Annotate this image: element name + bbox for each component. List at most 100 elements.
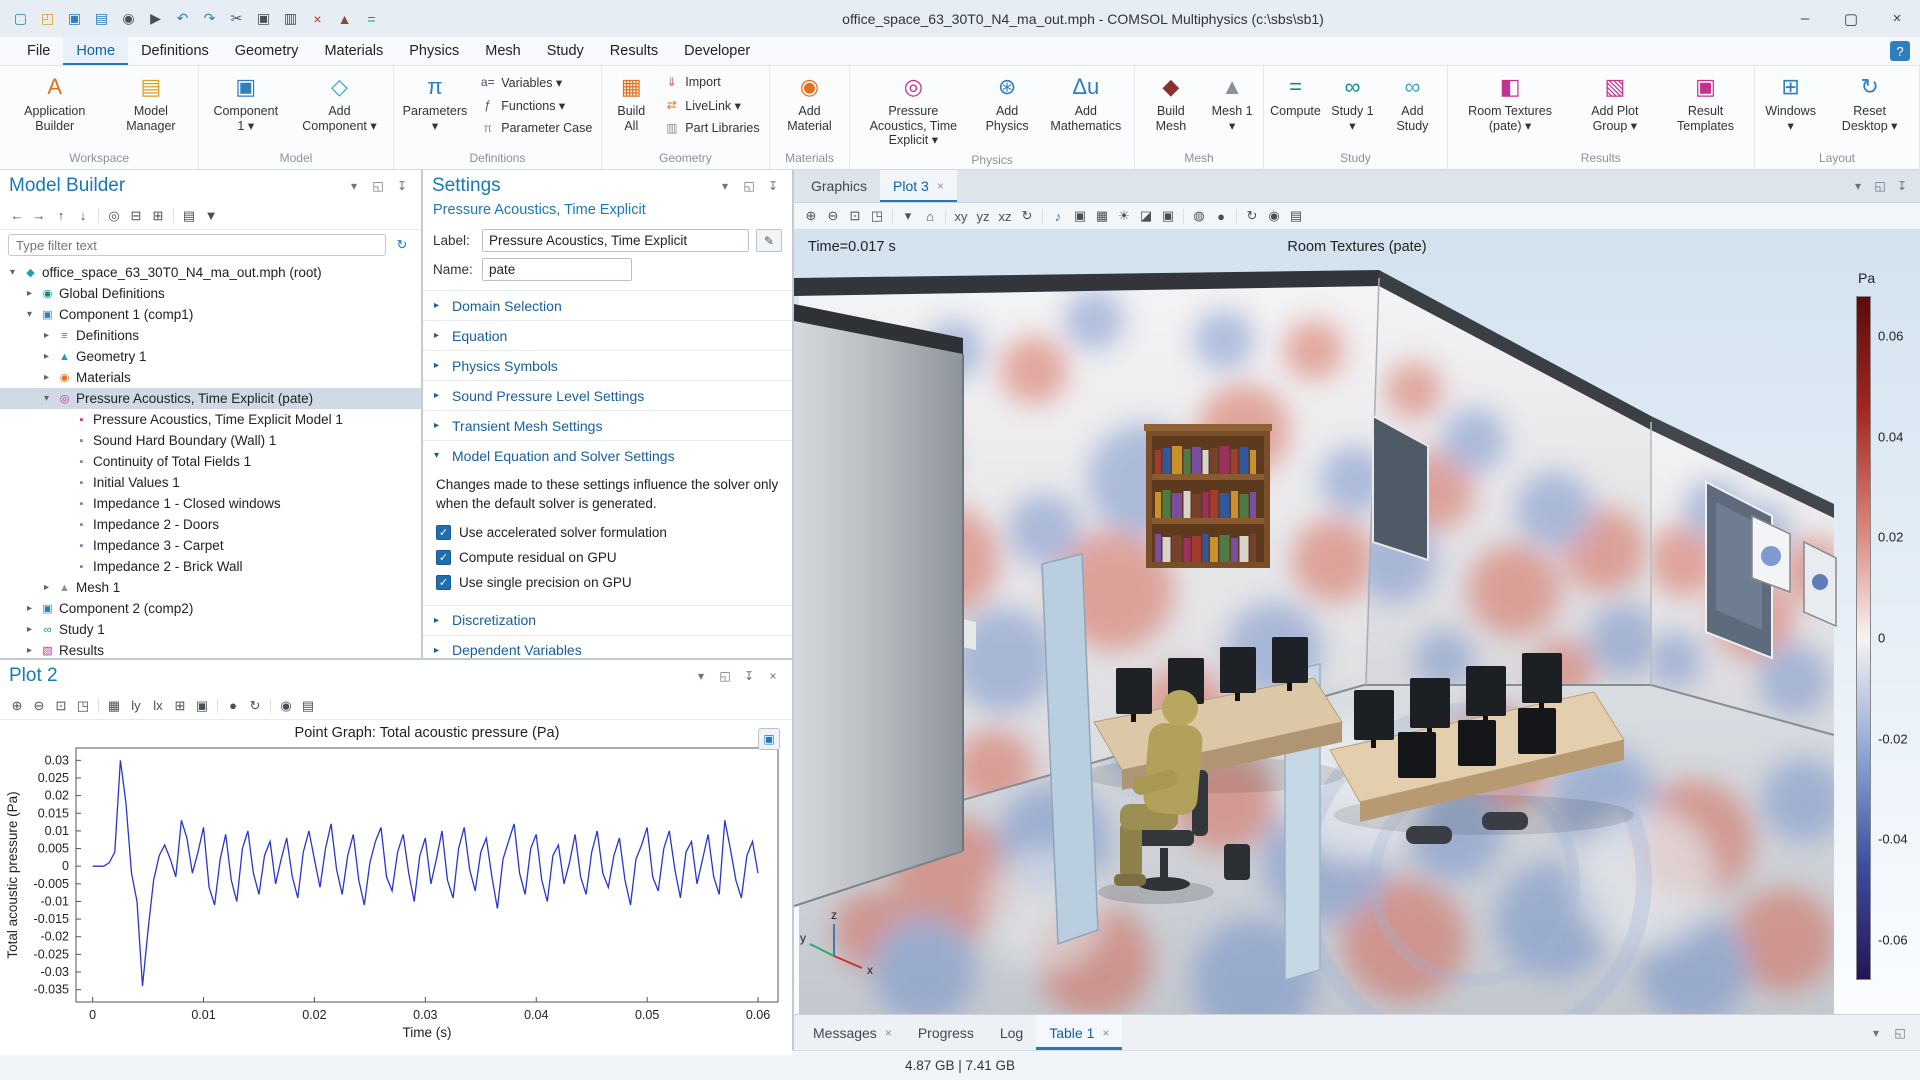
tree-item-study-1[interactable]: ▸ ∞ Study 1: [0, 619, 421, 640]
tree-item-mesh-1[interactable]: ▸ ▲ Mesh 1: [0, 577, 421, 598]
section-header-domain-selection[interactable]: ▸ Domain Selection: [423, 290, 792, 320]
ribbon-pressure-acoustics-time-explicit[interactable]: ◎ Pressure Acoustics, Time Explicit ▾: [853, 69, 973, 151]
filter-nodes-icon[interactable]: ▼: [200, 205, 222, 227]
section-header-discretization[interactable]: ▸ Discretization: [423, 604, 792, 635]
tree-item-office-space-63-30t0-n4-ma-out-mph-root[interactable]: ▾ ◆ office_space_63_30T0_N4_ma_out.mph (ro…: [0, 262, 421, 283]
tab-messages[interactable]: Messages ×: [800, 1015, 905, 1050]
tab-progress[interactable]: Progress: [905, 1015, 987, 1050]
checkbox-icon[interactable]: ✓: [436, 524, 451, 540]
rename-label-button[interactable]: ✎: [756, 229, 782, 252]
close-panel-icon[interactable]: ×: [763, 666, 783, 686]
menu-file[interactable]: File: [14, 37, 63, 65]
play-sound-icon[interactable]: ♪: [1047, 205, 1069, 227]
expand-arrow-icon[interactable]: ▸: [40, 351, 53, 362]
menu-developer[interactable]: Developer: [671, 37, 763, 65]
zoom-out-icon[interactable]: ⊖: [822, 205, 844, 227]
menu-study[interactable]: Study: [534, 37, 597, 65]
y-log-scale-icon[interactable]: ly: [125, 695, 147, 717]
float-panel-icon[interactable]: ◱: [1870, 176, 1890, 196]
panel-menu-icon[interactable]: ▾: [715, 176, 735, 196]
compute-icon[interactable]: =: [359, 6, 384, 31]
tab-table-1[interactable]: Table 1 ×: [1036, 1015, 1123, 1050]
filter-input[interactable]: [8, 234, 386, 256]
ribbon-result-templates[interactable]: ▣ Result Templates: [1660, 69, 1751, 136]
cut-icon[interactable]: ✂: [224, 6, 249, 31]
expand-all-icon[interactable]: ⊞: [147, 205, 169, 227]
panel-menu-icon[interactable]: ▾: [1848, 176, 1868, 196]
section-header-dependent-variables[interactable]: ▸ Dependent Variables: [423, 634, 792, 658]
zoom-out-icon[interactable]: ⊖: [28, 695, 50, 717]
menu-results[interactable]: Results: [597, 37, 671, 65]
tree-item-impedance-3-carpet[interactable]: ▪ Impedance 3 - Carpet: [0, 535, 421, 556]
ribbon-import[interactable]: ⇓ Import: [659, 73, 763, 91]
paste-icon[interactable]: ▥: [278, 6, 303, 31]
ribbon-reset-desktop[interactable]: ↻ Reset Desktop ▾: [1823, 69, 1916, 136]
ribbon-build-all[interactable]: ▦ Build All: [605, 69, 657, 136]
pin-panel-icon[interactable]: ↧: [739, 666, 759, 686]
expand-arrow-icon[interactable]: ▾: [23, 309, 36, 320]
delete-icon[interactable]: ×: [305, 6, 330, 31]
panel-menu-icon[interactable]: ▾: [691, 666, 711, 686]
copy-image-icon[interactable]: ▣: [1069, 205, 1091, 227]
expand-arrow-icon[interactable]: ▸: [23, 603, 36, 614]
panel-menu-icon[interactable]: ▾: [1866, 1023, 1886, 1043]
section-header-equation[interactable]: ▸ Equation: [423, 320, 792, 350]
image-snapshot-icon[interactable]: ◉: [1263, 205, 1285, 227]
open-file-icon[interactable]: ◰: [35, 6, 60, 31]
ribbon-parameter-case[interactable]: π Parameter Case: [475, 119, 596, 137]
go-to-default-view-icon[interactable]: ⌂: [919, 205, 941, 227]
ribbon-add-physics[interactable]: ⊛ Add Physics: [973, 69, 1041, 136]
plot-properties-button[interactable]: ▣: [758, 728, 780, 750]
close-tab-icon[interactable]: ×: [937, 179, 944, 193]
tree-item-impedance-2-doors[interactable]: ▪ Impedance 2 - Doors: [0, 514, 421, 535]
navigate-forward-icon[interactable]: →: [28, 205, 50, 227]
collapse-all-icon[interactable]: ⊟: [125, 205, 147, 227]
x-log-scale-icon[interactable]: lx: [147, 695, 169, 717]
float-panel-icon[interactable]: ◱: [739, 176, 759, 196]
room-3d-view[interactable]: z x y: [794, 230, 1920, 1014]
menu-home[interactable]: Home: [63, 37, 129, 65]
float-panel-icon[interactable]: ◱: [715, 666, 735, 686]
snapshot-icon[interactable]: ◉: [116, 6, 141, 31]
menu-geometry[interactable]: Geometry: [222, 37, 312, 65]
close-tab-icon[interactable]: ×: [1102, 1026, 1109, 1040]
pin-panel-icon[interactable]: ↧: [763, 176, 783, 196]
tab-log[interactable]: Log: [987, 1015, 1036, 1050]
move-up-icon[interactable]: ↑: [50, 205, 72, 227]
section-header-model-equation-and-solver-settings[interactable]: ▾ Model Equation and Solver Settings: [423, 440, 792, 470]
tree-item-results[interactable]: ▸ ▧ Results: [0, 640, 421, 658]
node-settings-icon[interactable]: ▤: [178, 205, 200, 227]
ribbon-add-plot-group[interactable]: ▧ Add Plot Group ▾: [1570, 69, 1661, 136]
checkbox-icon[interactable]: ✓: [436, 574, 451, 590]
ribbon-part-libraries[interactable]: ▥ Part Libraries: [659, 119, 763, 137]
maximize-button[interactable]: ▢: [1828, 0, 1874, 37]
tree-item-pressure-acoustics-time-explicit-model-1[interactable]: ▪ Pressure Acoustics, Time Explicit Model…: [0, 409, 421, 430]
tree-item-component-2-comp2[interactable]: ▸ ▣ Component 2 (comp2): [0, 598, 421, 619]
go-to-xy-view-icon[interactable]: xy: [950, 205, 972, 227]
ribbon-variables[interactable]: a= Variables ▾: [475, 73, 596, 91]
tree-item-materials[interactable]: ▸ ◉ Materials: [0, 367, 421, 388]
rotate-view-icon[interactable]: ↻: [1016, 205, 1038, 227]
float-panel-icon[interactable]: ◱: [368, 176, 388, 196]
axis-limits-icon[interactable]: ⊞: [169, 695, 191, 717]
expand-arrow-icon[interactable]: ▾: [40, 393, 53, 404]
zoom-box-icon[interactable]: ⊡: [50, 695, 72, 717]
tab-graphics[interactable]: Graphics: [798, 170, 880, 202]
name-input[interactable]: [482, 258, 632, 281]
copy-icon[interactable]: ▣: [251, 6, 276, 31]
refresh-filter-icon[interactable]: ↻: [391, 234, 413, 256]
navigate-back-icon[interactable]: ←: [6, 205, 28, 227]
update-plot-icon[interactable]: ↻: [1241, 205, 1263, 227]
build-mesh-icon[interactable]: ▲: [332, 6, 357, 31]
section-header-sound-pressure-level-settings[interactable]: ▸ Sound Pressure Level Settings: [423, 380, 792, 410]
tree-item-definitions[interactable]: ▸ ≡ Definitions: [0, 325, 421, 346]
ribbon-component-1[interactable]: ▣ Component 1 ▾: [202, 69, 289, 136]
pin-panel-icon[interactable]: ↧: [392, 176, 412, 196]
label-input[interactable]: [482, 229, 749, 252]
tree-item-component-1-comp1[interactable]: ▾ ▣ Component 1 (comp1): [0, 304, 421, 325]
show-grid-icon[interactable]: ▦: [1091, 205, 1113, 227]
pin-panel-icon[interactable]: ↧: [1892, 176, 1912, 196]
lock-view-icon[interactable]: ▣: [1157, 205, 1179, 227]
save-copy-icon[interactable]: ▤: [89, 6, 114, 31]
play-icon[interactable]: ▶: [143, 6, 168, 31]
